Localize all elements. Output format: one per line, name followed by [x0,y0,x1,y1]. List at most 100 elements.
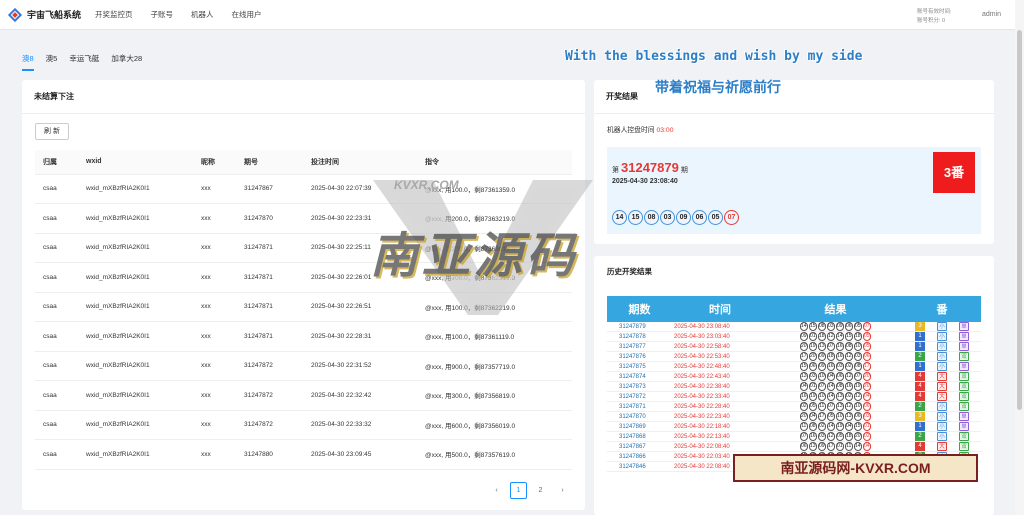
tab-canada28[interactable]: 加拿大28 [111,53,142,71]
history-ball: 03 [835,362,844,371]
table-cell: 2025-04-30 22:33:32 [303,410,417,440]
tab-lucky-airship[interactable]: 幸运飞艇 [69,53,99,71]
app-logo[interactable]: 宇宙飞船系统 [7,7,81,22]
table-cell: csaa [35,233,78,263]
table-cell: csaa [35,439,78,470]
history-column-header: 番 [903,296,981,322]
history-header-row: 期数 时间 结果番 [607,296,981,322]
page-scrollbar[interactable] [1015,0,1024,515]
unsettled-bets-title: 未结算下注 [22,80,585,114]
fan-square: 1 [915,422,925,432]
history-period[interactable]: 31247873 [607,381,672,393]
history-row: 31247868 2025-04-30 22:13:40 07 16 03 12 05 18 2… [607,431,981,443]
history-period[interactable]: 31247870 [607,411,672,423]
history-ball: 09 [799,332,808,341]
parity-tag: 双 [959,372,969,382]
fan-square: 2 [915,352,925,362]
history-ball: 05 [808,402,817,411]
history-ball: 01 [808,332,817,341]
history-ball: 16 [799,392,808,401]
history-period[interactable]: 31247872 [607,391,672,403]
history-ball: 10 [817,372,826,381]
history-ball: 19 [808,342,817,351]
scrollbar-thumb[interactable] [1017,30,1022,410]
history-ball: 11 [844,442,853,451]
table-cell: csaa [35,380,78,411]
history-ball: 14 [799,322,808,331]
page-2-button[interactable]: 2 [532,482,549,499]
robot-control-label: 机器人控盘时间 [607,127,655,134]
history-period[interactable]: 31247874 [607,371,672,383]
refresh-button[interactable]: 刷 新 [35,123,69,140]
history-period[interactable]: 31247871 [607,401,672,413]
parity-tag: 双 [959,402,969,412]
table-cell: xxx [193,292,236,322]
parity-tag: 双 [959,352,969,362]
history-row: 31247875 2025-04-30 22:48:40 15 06 09 16 03 02 0… [607,361,981,373]
history-ball: 12 [844,402,853,411]
history-period[interactable]: 31247846 [607,461,672,473]
nav-item-subaccount[interactable]: 子账号 [151,9,174,20]
history-period[interactable]: 31247877 [607,341,672,353]
parity-tag: 单 [959,412,969,422]
table-row: csaa wxid_mXBzfRIA2K0I1 xxx 31247872 2025-04… [35,410,572,440]
number-ball: 15 [628,210,643,225]
watermark-banner: 南亚源码网-KVXR.COM [733,454,978,482]
history-ball: 09 [817,352,826,361]
history-ball: 08 [844,342,853,351]
history-fan: 4 大 双 [903,441,981,453]
history-balls: 14 15 08 03 09 06 05 07 [768,322,903,333]
size-tag: 小 [937,332,947,342]
history-period[interactable]: 31247867 [607,441,672,453]
history-ball: 14 [826,422,835,431]
history-ball: 16 [808,432,817,441]
history-ball: 04 [799,382,808,391]
parity-tag: 单 [959,342,969,352]
username[interactable]: admin [982,11,1001,18]
nav-item-online-users[interactable]: 在线用户 [232,9,262,20]
table-cell: wxid_mXBzfRIA2K0I1 [78,292,193,322]
fan-square: 3 [915,322,925,332]
robot-control-time: 机器人控盘时间 03:00 [607,124,673,134]
draw-balls: 14 15 08 03 09 06 05 07 [612,210,740,225]
size-tag: 小 [937,412,947,422]
table-cell: wxid_mXBzfRIA2K0I1 [78,410,193,440]
history-ball: 07 [826,402,835,411]
table-cell: 31247871 [236,292,303,322]
column-header: 归属 [35,150,78,175]
size-tag: 大 [937,442,947,452]
next-page-button[interactable]: › [554,482,571,499]
history-ball: 18 [817,332,826,341]
table-cell: 31247870 [236,203,303,234]
history-period[interactable]: 31247878 [607,331,672,343]
history-row: 31247867 2025-04-30 22:08:40 06 13 09 17 01 11 1… [607,441,981,453]
lottery-tabs: 澳8 澳5 幸运飞艇 加拿大28 [22,53,154,71]
size-tag: 小 [937,342,947,352]
history-balls: 02 05 11 07 13 12 10 06 [768,401,903,413]
history-balls: 07 16 03 12 05 18 20 02 [768,431,903,443]
history-period[interactable]: 31247876 [607,351,672,363]
table-cell: 2025-04-30 22:32:42 [303,380,417,411]
nav-item-robot[interactable]: 机器人 [191,9,214,20]
table-cell: xxx [193,174,236,204]
nav-item-monitor[interactable]: 开奖监控页 [95,9,133,20]
history-ball: 14 [826,392,835,401]
history-ball: 19 [808,392,817,401]
history-period[interactable]: 31247868 [607,431,672,443]
table-cell: 2025-04-30 23:09:45 [303,439,417,470]
history-period[interactable]: 31247875 [607,361,672,373]
history-time: 2025-04-30 22:18:40 [672,421,768,433]
history-period[interactable]: 31247869 [607,421,672,433]
history-row: 31247877 2025-04-30 22:58:40 20 19 13 07 16 08 1… [607,341,981,353]
history-ball: 05 [862,342,871,351]
tab-ao8[interactable]: 澳8 [22,53,34,71]
prev-page-button[interactable]: ‹ [488,482,505,499]
history-ball: 02 [862,432,871,441]
page-1-button[interactable]: 1 [510,482,527,499]
tab-ao5[interactable]: 澳5 [46,53,58,71]
history-period[interactable]: 31247879 [607,322,672,333]
history-ball: 06 [835,372,844,381]
table-cell: @xxx, 用500.0，剩87357619.0 [417,439,572,470]
history-period[interactable]: 31247866 [607,451,672,463]
history-ball: 09 [817,362,826,371]
